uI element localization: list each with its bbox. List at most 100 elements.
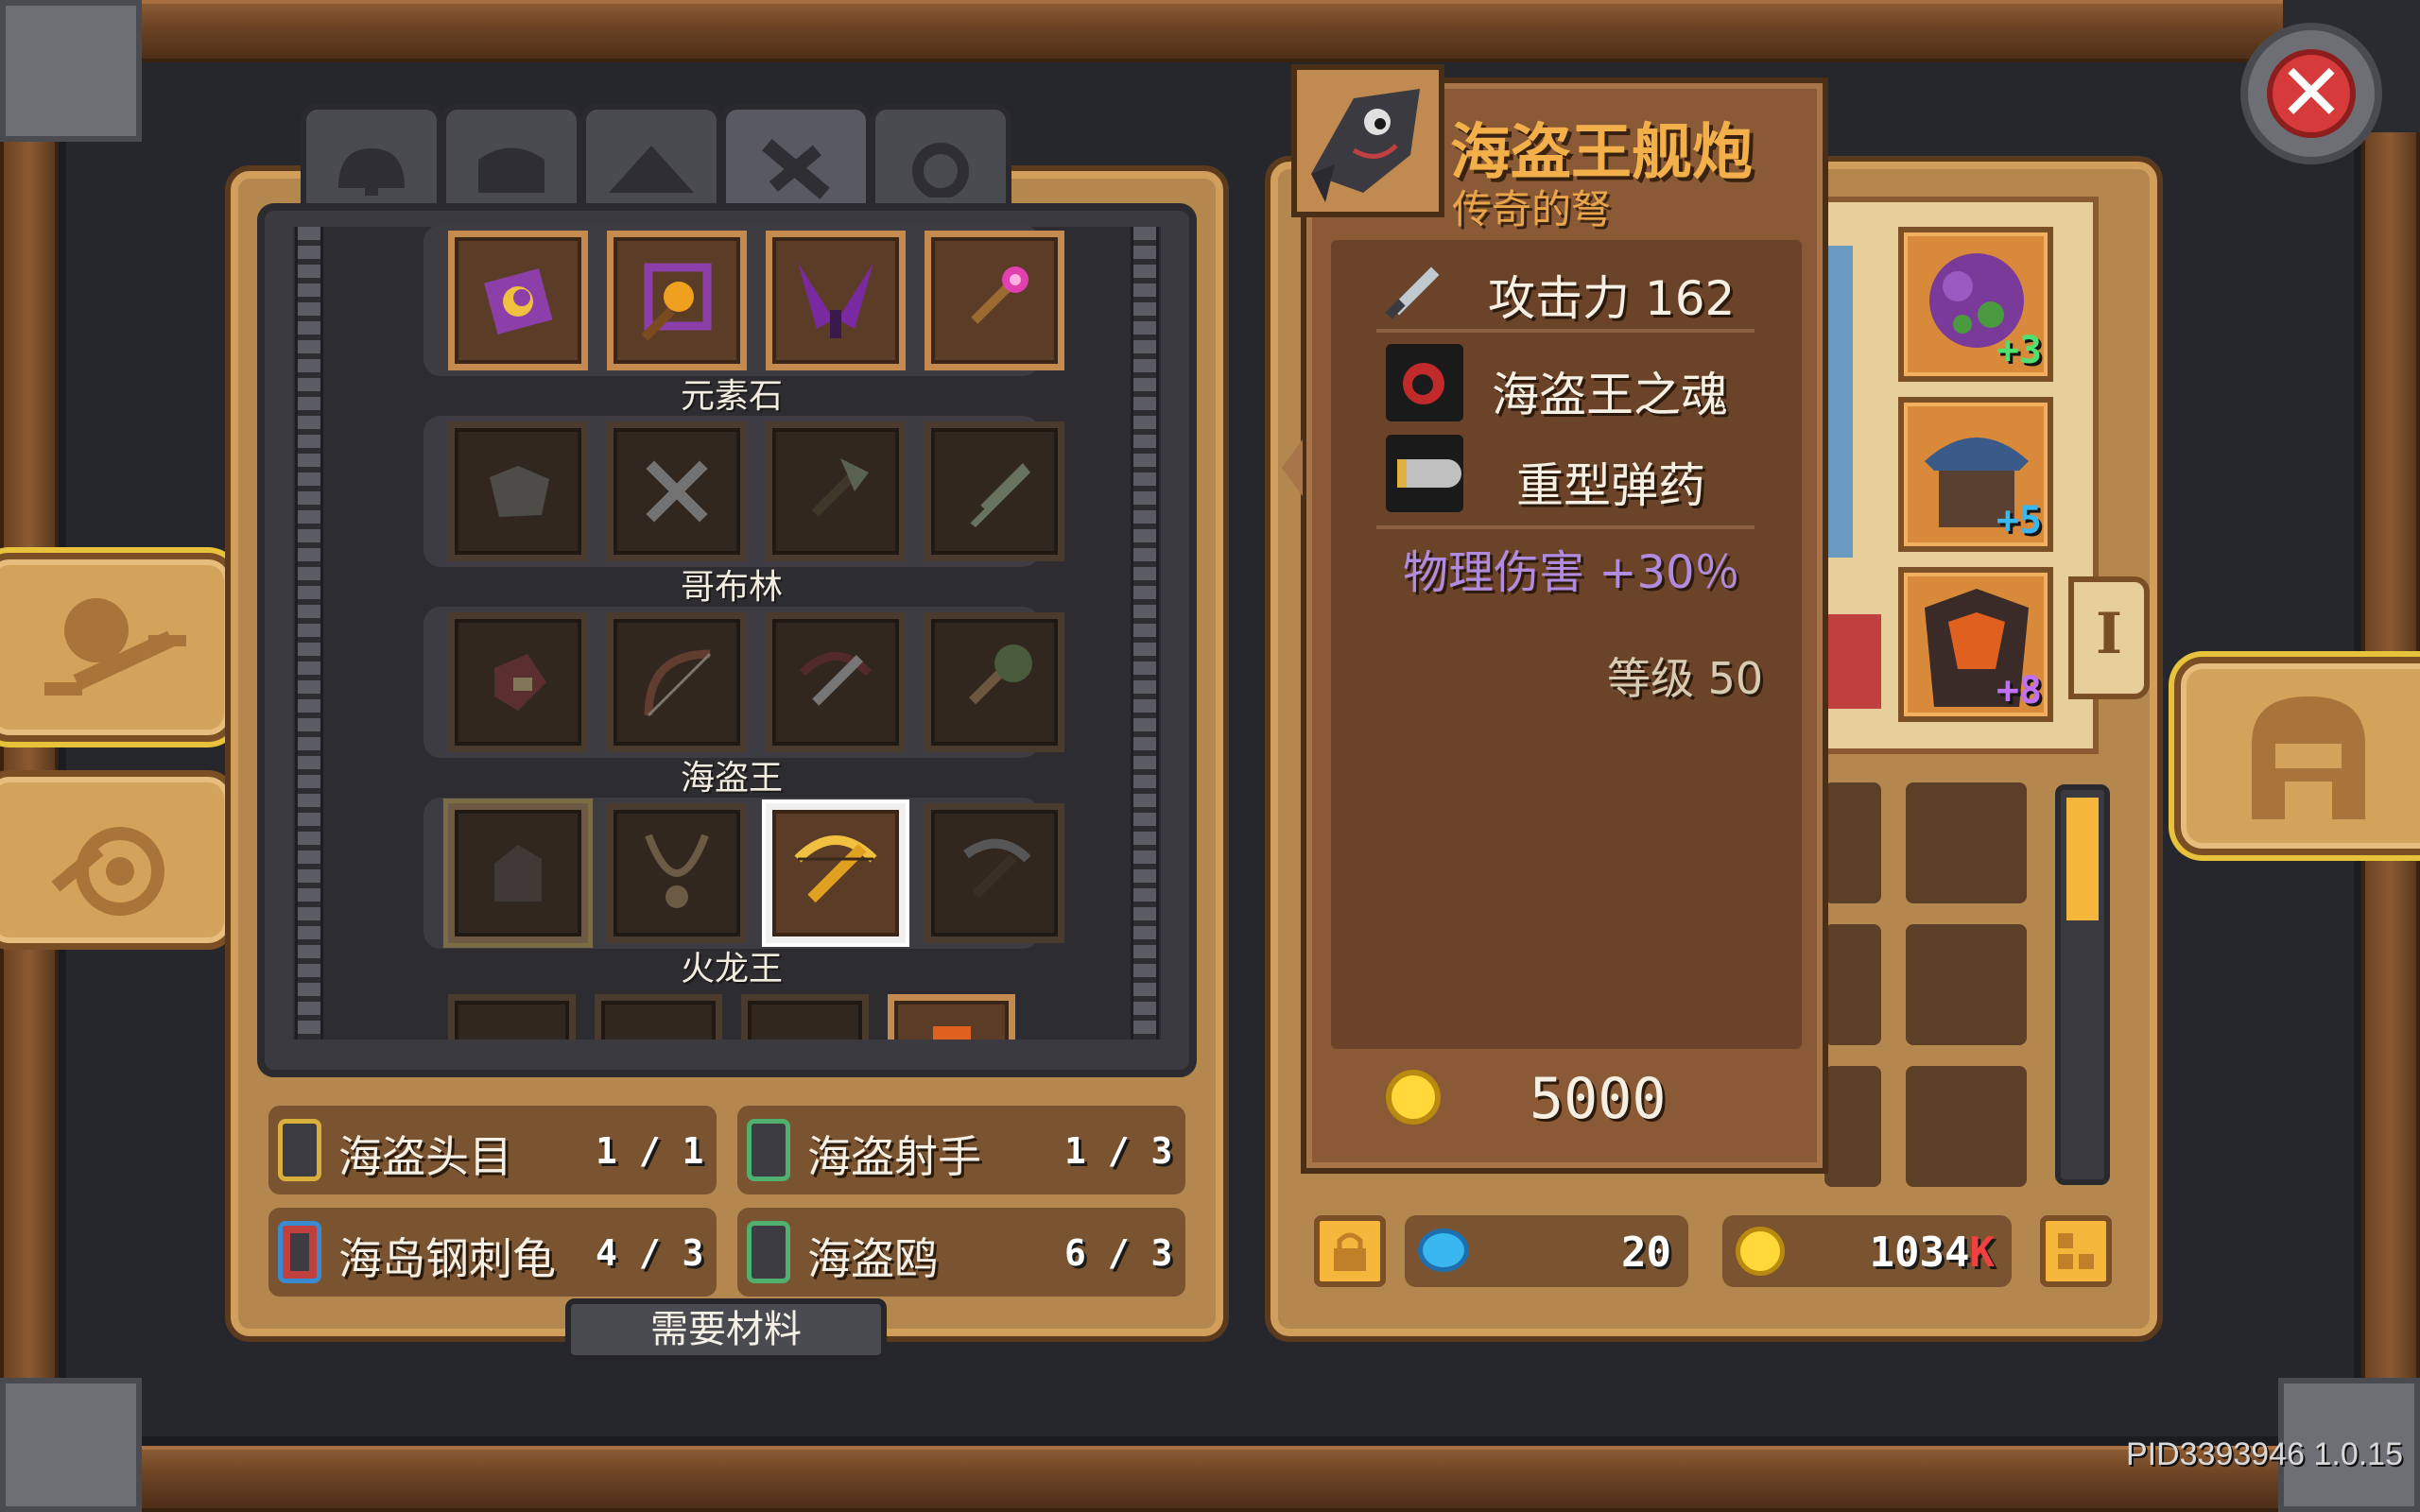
scrollbar-thumb[interactable] [2066, 798, 2099, 920]
recipe-slot[interactable] [766, 231, 906, 370]
lock-button[interactable] [1314, 1215, 1386, 1287]
equipment-slot[interactable]: +8 [1898, 567, 2053, 722]
attack-stat: 攻击力 162 [1488, 271, 1736, 326]
ammo-effect: 重型弹药 [1516, 458, 1705, 513]
recipe-slot[interactable] [595, 994, 722, 1040]
price-coin-icon [1386, 1070, 1441, 1125]
sword-icon [762, 139, 830, 200]
pickaxe-icon [963, 838, 1031, 899]
skill-tab-button[interactable] [0, 553, 236, 742]
gold-coin-icon [1736, 1227, 1785, 1276]
recipe-slot[interactable] [607, 231, 747, 370]
axe-icon [811, 458, 869, 517]
mace-icon [969, 644, 1032, 705]
recipe-row [448, 231, 1064, 370]
attack-sword-icon [1385, 266, 1440, 319]
recipe-group-label: 海盗王 [680, 759, 783, 798]
material-count: 4 / 3 [596, 1232, 704, 1274]
inventory-slot[interactable] [1906, 1066, 2027, 1187]
gold-suffix: K [1969, 1228, 1996, 1277]
helmet-icon [338, 148, 405, 197]
gem-icon [1418, 1228, 1469, 1272]
left-chain [295, 227, 323, 1040]
enhance-level: +3 [1996, 329, 2042, 372]
recipe-slot[interactable] [448, 231, 588, 370]
tab-chest[interactable] [441, 104, 582, 213]
material-row[interactable]: 海岛钢刺龟 4 / 3 [268, 1208, 717, 1297]
item-level: 等级 50 [1607, 653, 1764, 704]
recipe-slot[interactable] [448, 994, 576, 1040]
recipe-slot[interactable] [448, 421, 588, 561]
recipe-slot[interactable] [607, 803, 747, 943]
tab-weapon[interactable] [720, 104, 872, 213]
tab-ring[interactable] [870, 104, 1011, 213]
ammo-icon [1386, 435, 1463, 512]
material-count: 6 / 3 [1064, 1232, 1173, 1274]
gold-amount: 1034K [1870, 1228, 1995, 1277]
summon-tab-button[interactable] [0, 770, 236, 950]
recipe-slot[interactable] [766, 612, 906, 752]
recipe-slot[interactable] [925, 803, 1064, 943]
tab-cloak[interactable] [580, 104, 722, 213]
gem-counter: 20 [1405, 1215, 1688, 1287]
material-name: 海盗射手 [807, 1131, 981, 1182]
hero-helmet-icon [2252, 696, 2365, 819]
top-beam [137, 0, 2283, 62]
recipe-slot[interactable] [448, 803, 588, 943]
recipe-slot[interactable] [448, 612, 588, 752]
inventory-scrollbar[interactable] [2055, 784, 2110, 1185]
equipment-slot[interactable]: +5 [1898, 397, 2053, 552]
recipe-slot[interactable] [925, 421, 1064, 561]
spellbook-icon [484, 268, 553, 335]
material-row[interactable]: 海盗鸥 6 / 3 [737, 1208, 1185, 1297]
inventory-slot[interactable] [1824, 924, 1881, 1045]
page-tab-label: I [2095, 601, 2123, 667]
divider [1376, 525, 1754, 529]
equipment-slot[interactable]: +3 [1898, 227, 2053, 382]
material-name: 海岛钢刺龟 [338, 1233, 556, 1284]
version-label: PID3393946 1.0.15 [2125, 1436, 2403, 1472]
material-row[interactable]: 海盗头目 1 / 1 [268, 1106, 717, 1194]
close-button[interactable]: ✕ [2240, 23, 2382, 164]
gold-counter: 1034K [1722, 1215, 2012, 1287]
character-tab-button[interactable] [2174, 657, 2420, 855]
cannon-fish-icon [1311, 89, 1420, 202]
monster-card-icon [278, 1119, 321, 1181]
recipe-group-label: 火龙王 [680, 950, 783, 988]
recipe-row [448, 421, 1064, 561]
need-materials-button[interactable]: 需要材料 [565, 1298, 887, 1361]
golden-crossbow-icon [794, 835, 877, 903]
inventory-slot[interactable] [1824, 782, 1881, 903]
recipe-row [448, 612, 1064, 752]
enhance-level: +5 [1996, 499, 2042, 542]
inventory-slot[interactable] [1906, 782, 2027, 903]
material-row[interactable]: 海盗射手 1 / 3 [737, 1106, 1185, 1194]
recipe-slot[interactable] [607, 421, 747, 561]
material-count: 1 / 1 [596, 1130, 704, 1172]
recipe-slot[interactable] [607, 612, 747, 752]
enhance-level: +8 [1996, 669, 2042, 713]
soul-icon [1386, 344, 1463, 421]
recipe-slot[interactable] [741, 994, 869, 1040]
right-chain [1131, 227, 1159, 1040]
inventory-slot[interactable] [1906, 924, 2027, 1045]
recipe-slot[interactable] [766, 421, 906, 561]
ring-icon [912, 143, 969, 198]
staff-frame-icon [641, 263, 712, 341]
wing-bow-icon [798, 263, 873, 338]
page-tab[interactable]: I [2068, 576, 2150, 699]
recipe-slot[interactable] [925, 231, 1064, 370]
inventory-slot[interactable] [1824, 1066, 1881, 1187]
recipe-slot[interactable] [925, 612, 1064, 752]
tooltip-pointer [1282, 439, 1303, 496]
recipe-slot[interactable] [888, 994, 1015, 1040]
item-price: 5000 [1530, 1066, 1667, 1132]
sort-button[interactable] [2040, 1215, 2112, 1287]
recipe-row [448, 803, 1064, 943]
chest-armor-icon [478, 147, 544, 194]
close-icon: ✕ [2267, 49, 2356, 138]
tab-helmet[interactable] [301, 104, 442, 213]
item-rarity: 传奇的弩 [1452, 186, 1612, 232]
recipe-slot[interactable] [766, 803, 906, 943]
lock-icon [1334, 1232, 1366, 1271]
